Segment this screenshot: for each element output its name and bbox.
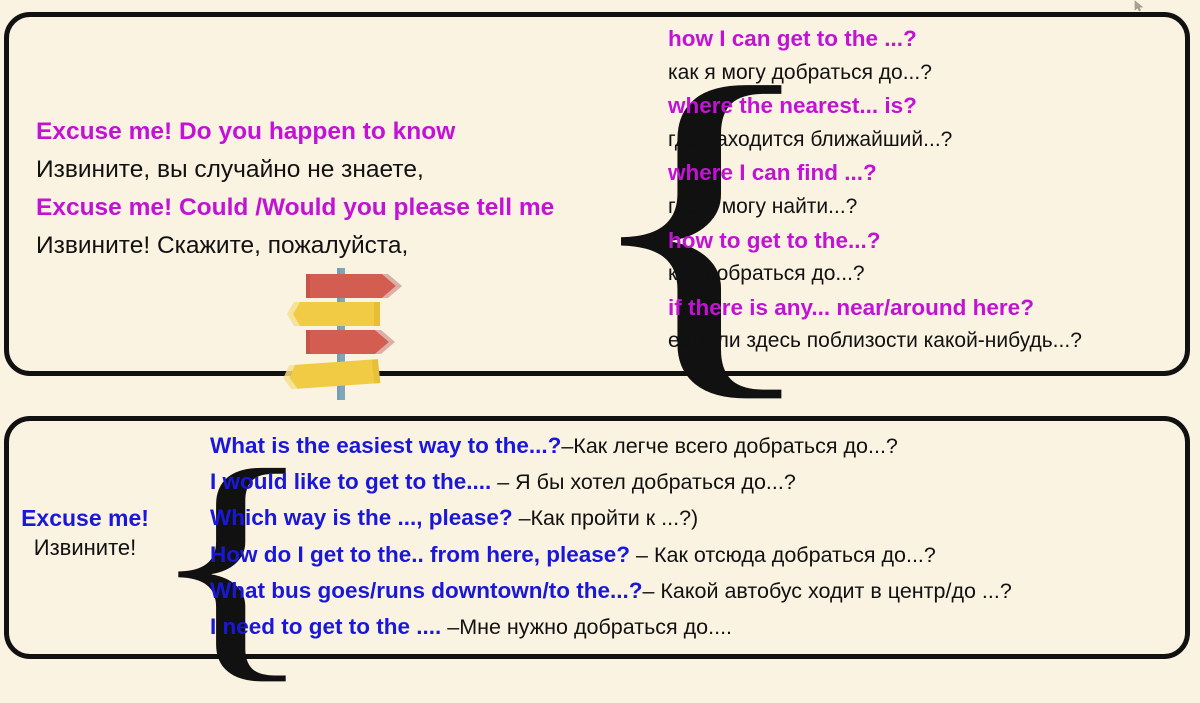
top-left-line-ru-1: Извините, вы случайно не знаете, [36, 156, 424, 183]
bottom-label-russian: Извините! [33, 535, 137, 560]
bottom-row-6-russian: –Мне нужно добраться до.... [441, 615, 733, 640]
bottom-row-3-russian: –Как пройти к ...?) [512, 506, 699, 531]
signpost-illustration [262, 268, 422, 400]
top-right-line-en-3: where I can find ...? [668, 160, 877, 186]
top-right-line-en-1: how I can get to the ...? [668, 26, 917, 51]
bottom-label-english: Excuse me! [21, 505, 149, 531]
top-right-line-en-2: where the nearest... is? [668, 93, 917, 119]
bottom-row-6: I need to get to the .... –Мне нужно доб… [210, 609, 1185, 645]
bottom-row-5: What bus goes/runs downtown/to the...?– … [210, 573, 1185, 609]
top-left-line-en-2: Excuse me! Could /Would you please tell … [36, 194, 555, 221]
bottom-row-2: I would like to get to the.... – Я бы хо… [210, 464, 1185, 500]
top-right-line-ru-1: как я могу добраться до...? [668, 60, 932, 84]
signpost-arrow-1-red-right [306, 274, 402, 298]
bottom-panel-phrase-list: What is the easiest way to the...?–Как л… [210, 428, 1185, 645]
bottom-row-4: How do I get to the.. from here, please?… [210, 537, 1185, 573]
mouse-cursor-icon [1133, 0, 1147, 12]
top-right-line-ru-5: есть ли здесь поблизости какой-нибудь...… [668, 329, 1082, 353]
bottom-row-6-english: I need to get to the .... [210, 614, 442, 640]
bottom-row-3: Which way is the ..., please? –Как пройт… [210, 500, 1185, 536]
bottom-row-5-english: What bus goes/runs downtown/to the...? [210, 577, 643, 603]
signpost-arrow-3-red-right [306, 330, 395, 354]
top-left-line-en-1: Excuse me! Do you happen to know [36, 118, 456, 145]
bottom-row-3-english: Which way is the ..., please? [210, 505, 513, 531]
bottom-row-5-russian: – Какой автобус ходит в центр/до ...? [642, 578, 1012, 603]
bottom-row-1: What is the easiest way to the...?–Как л… [210, 428, 1185, 464]
top-right-line-ru-2: где находится ближайший...? [668, 127, 953, 151]
top-panel-left-column: Excuse me! Do you happen to know Извинит… [36, 113, 596, 265]
slide-canvas: Excuse me! Do you happen to know Извинит… [0, 0, 1200, 689]
bottom-row-4-russian: – Как отсюда добраться до...? [630, 542, 936, 567]
top-right-line-ru-4: как добраться до...? [668, 262, 865, 286]
bottom-row-4-english: How do I get to the.. from here, please? [210, 541, 631, 567]
signpost-arrow-2-yellow-left [287, 302, 380, 326]
signpost-arrow-4-yellow-right [283, 359, 381, 390]
top-right-line-en-4: how to get to the...? [668, 227, 881, 253]
bottom-row-2-english: I would like to get to the.... [210, 469, 492, 495]
bottom-row-2-russian: – Я бы хотел добраться до...? [491, 470, 796, 495]
top-left-line-ru-2: Извините! Скажите, пожалуйста, [36, 232, 409, 259]
bottom-row-1-english: What is the easiest way to the...? [210, 433, 562, 458]
bottom-panel-excuse-me-label: Excuse me! Извините! [14, 503, 156, 563]
bottom-row-1-russian: –Как легче всего добраться до...? [561, 434, 898, 458]
top-right-line-en-5: if there is any... near/around here? [668, 294, 1034, 320]
top-right-line-ru-3: где я могу найти...? [668, 194, 858, 218]
top-panel-right-column: how I can get to the ...? как я могу доб… [668, 22, 1188, 358]
